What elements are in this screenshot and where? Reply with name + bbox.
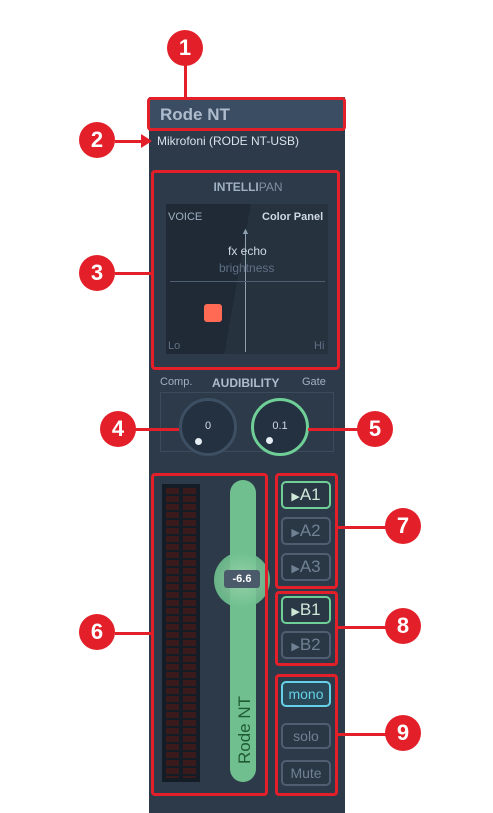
comp-label: Comp. [160,376,193,388]
annotation-arrowhead-2 [141,134,152,148]
annotation-box-8 [275,591,338,666]
annotation-box-6 [151,473,268,796]
annotation-box-9 [275,674,338,796]
gate-knob[interactable]: 0.1 [251,398,309,456]
annotation-badge-8: 8 [385,608,421,644]
gate-value: 0.1 [272,420,288,432]
annotation-badge-9: 9 [385,715,421,751]
annotation-line-7 [338,526,386,529]
annotation-badge-4: 4 [100,411,136,447]
annotation-line-6 [115,632,152,635]
comp-knob[interactable]: 0 [179,398,237,456]
annotation-badge-6: 6 [79,614,115,650]
annotation-box-3 [151,170,340,370]
annotation-badge-2: 2 [79,122,115,158]
gate-knob-indicator [266,437,273,444]
gate-label: Gate [302,376,326,388]
annotation-box-1 [147,97,346,131]
annotation-badge-3: 3 [79,255,115,291]
annotation-line-5 [308,428,363,431]
annotation-line-9 [338,733,386,736]
annotation-badge-7: 7 [385,508,421,544]
annotation-badge-1: 1 [167,30,203,66]
annotation-badge-5: 5 [357,411,393,447]
comp-knob-indicator [195,438,202,445]
annotation-box-7 [275,473,338,589]
annotation-line-8 [338,626,386,629]
device-name[interactable]: Mikrofoni (RODE NT-USB) [157,134,299,148]
annotation-line-3 [115,272,152,275]
comp-value: 0 [204,420,212,432]
audibility-title: AUDIBILITY [212,376,280,390]
